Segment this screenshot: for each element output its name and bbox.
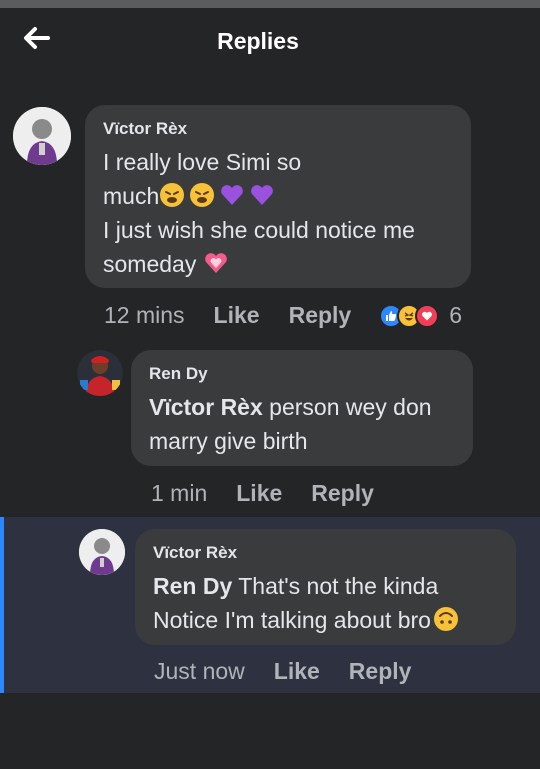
comment-line: marry give birth — [149, 428, 308, 454]
status-strip — [0, 0, 540, 8]
comment-line: I really love Simi so — [103, 149, 302, 175]
comment-actions: Just now Like Reply — [154, 658, 411, 685]
reaction-count: 6 — [449, 302, 463, 328]
like-button[interactable]: Like — [274, 658, 320, 685]
comment-line: Vïctor Rèx person wey don — [149, 390, 455, 424]
reaction-summary[interactable]: 6 — [379, 302, 462, 329]
comment-line: much — [103, 179, 453, 213]
weary-face-icon — [190, 183, 215, 207]
comment-bubble: Vïctor Rèx Ren Dy That's not the kinda N… — [135, 529, 516, 645]
avatar-image — [79, 529, 125, 575]
comment-text: I really love Simi so much I just wish s… — [103, 145, 453, 281]
timestamp: 12 mins — [104, 302, 185, 328]
page-title: Replies — [217, 28, 299, 54]
comment-text: Ren Dy That's not the kinda Notice I'm t… — [153, 569, 498, 637]
mention-link[interactable]: Ren Dy — [153, 573, 232, 599]
mention-link[interactable]: Vïctor Rèx — [149, 394, 263, 420]
comment-line-text: Notice I'm talking about bro — [153, 607, 431, 633]
comment-author[interactable]: Vïctor Rèx — [153, 543, 498, 563]
comment-author[interactable]: Vïctor Rèx — [103, 119, 453, 139]
comment-line: someday — [103, 247, 453, 281]
avatar[interactable] — [77, 350, 123, 396]
comment-line-text: person wey don — [269, 394, 432, 420]
comment-line-text: much — [103, 183, 160, 209]
comment-bubble: Ren Dy Vïctor Rèx person wey don marry g… — [131, 350, 473, 466]
comment-line: Notice I'm talking about bro — [153, 603, 498, 637]
comment-bubble: Vïctor Rèx I really love Simi so much I … — [85, 105, 471, 288]
comment-line-text: That's not the kinda — [238, 573, 439, 599]
comment-actions: 1 min Like Reply — [151, 480, 374, 507]
comment-author[interactable]: Ren Dy — [149, 364, 455, 384]
comment-line: I just wish she could notice me — [103, 217, 415, 243]
avatar[interactable] — [79, 529, 125, 575]
comment-line-text: someday — [103, 251, 197, 277]
comment-text: Vïctor Rèx person wey don marry give bir… — [149, 390, 455, 458]
header: Replies — [0, 8, 540, 68]
upside-down-face-icon — [433, 607, 458, 631]
weary-face-icon — [160, 183, 185, 207]
timestamp: Just now — [154, 658, 245, 684]
love-reaction-icon — [415, 303, 440, 328]
avatar[interactable] — [13, 107, 71, 165]
empty-footer — [0, 693, 540, 769]
comment-actions: 12 mins Like Reply 6 — [104, 302, 462, 329]
avatar-image — [13, 107, 71, 165]
purple-heart-icon — [251, 185, 274, 205]
sparkling-heart-icon — [204, 253, 227, 273]
reply-button[interactable]: Reply — [349, 658, 412, 685]
reply-button[interactable]: Reply — [289, 302, 352, 329]
comment-line: Ren Dy That's not the kinda — [153, 569, 498, 603]
reply-button[interactable]: Reply — [311, 480, 374, 507]
like-button[interactable]: Like — [214, 302, 260, 329]
avatar-image — [77, 350, 123, 396]
highlight-indicator — [0, 517, 4, 693]
like-button[interactable]: Like — [236, 480, 282, 507]
timestamp: 1 min — [151, 480, 208, 506]
purple-heart-icon — [221, 185, 244, 205]
